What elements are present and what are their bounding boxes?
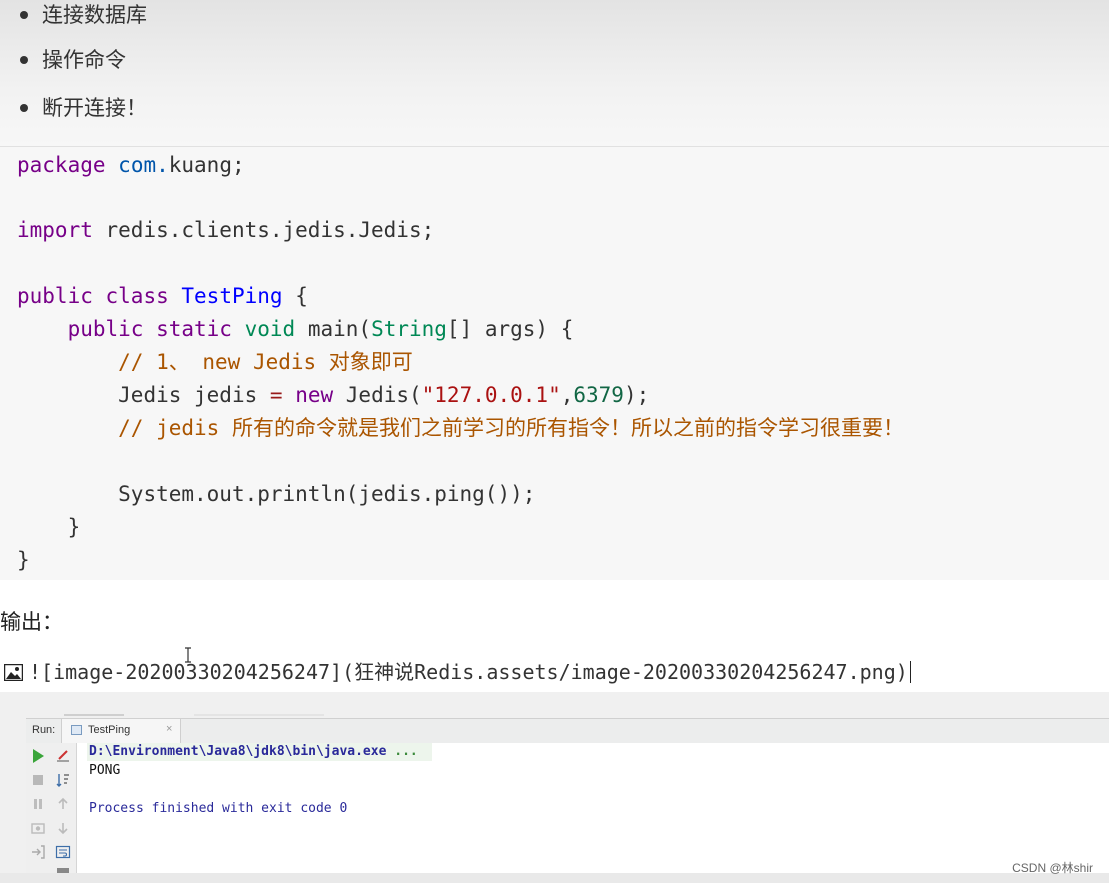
code-token: ,	[560, 383, 574, 407]
login-icon[interactable]	[30, 844, 46, 860]
bullet-dot	[20, 11, 28, 19]
camera-icon[interactable]	[30, 820, 46, 836]
image-markdown-text: ![image-20200330204256247](狂神说Redis.asse…	[29, 660, 908, 684]
code-token: );	[623, 383, 650, 407]
ide-tab-strip	[60, 710, 328, 718]
console-command: D:\Environment\Java8\jdk8\bin\java.exe .…	[89, 743, 418, 761]
bullet-dot	[20, 104, 28, 112]
code-line: package com.kuang;	[17, 149, 245, 182]
stop-icon[interactable]	[30, 772, 46, 788]
code-token: }	[67, 515, 81, 539]
console-finished: Process finished with exit code 0	[89, 801, 348, 816]
sort-icon[interactable]	[55, 772, 71, 788]
code-line: public class TestPing {	[17, 280, 308, 313]
run-header: Run: TestPing ×	[26, 718, 1109, 744]
bullet-list: 连接数据库 操作命令 断开连接！	[0, 0, 1109, 147]
run-tab-testping[interactable]: TestPing ×	[61, 719, 181, 743]
code-line: Jedis jedis = new Jedis("127.0.0.1",6379…	[17, 379, 649, 412]
code-token: class	[105, 284, 169, 308]
rerun-failed-icon[interactable]	[55, 748, 71, 764]
run-console[interactable]: D:\Environment\Java8\jdk8\bin\java.exe .…	[77, 743, 1109, 873]
tab-strip-bar	[64, 714, 124, 716]
code-line: // 1、 new Jedis 对象即可	[17, 346, 413, 379]
run-tab-label: TestPing	[88, 724, 131, 736]
code-token: com.	[118, 153, 169, 177]
console-output: PONG	[89, 763, 121, 778]
code-token: {	[295, 284, 308, 308]
run-config-icon	[71, 725, 82, 735]
code-line: System.out.println(jedis.ping());	[17, 478, 535, 511]
run-label: Run:	[32, 724, 56, 736]
code-token: TestPing	[181, 284, 283, 308]
code-token: String	[371, 317, 447, 341]
code-token: System.out.println(jedis.ping());	[118, 482, 536, 506]
code-token: Jedis(	[345, 383, 422, 407]
console-command-ellipsis[interactable]: ...	[394, 744, 417, 759]
code-line: public static void main(String[] args) {	[17, 313, 574, 346]
arrow-up-icon[interactable]	[55, 796, 71, 812]
code-token: void	[244, 317, 296, 341]
bullet-text: 断开连接！	[42, 96, 147, 120]
close-icon[interactable]: ×	[166, 723, 172, 735]
code-line: }	[17, 544, 30, 577]
console-command-path: D:\Environment\Java8\jdk8\bin\java.exe	[89, 744, 387, 759]
code-line: // jedis 所有的命令就是我们之前学习的所有指令！所以之前的指令学习很重要…	[17, 412, 904, 445]
code-token: Jedis jedis	[118, 383, 270, 407]
code-token: public	[17, 284, 93, 308]
code-token: kuang;	[168, 153, 245, 177]
code-comment: // jedis 所有的命令就是我们之前学习的所有指令！所以之前的指令学习很重要…	[118, 416, 904, 440]
code-token: redis.clients.jedis.Jedis;	[105, 218, 435, 242]
code-line: import redis.clients.jedis.Jedis;	[17, 214, 434, 247]
bullet-dot	[20, 56, 28, 64]
ide-bottom-border	[0, 873, 1109, 883]
ide-run-panel: Run: TestPing × D:\Environment\Java8\jdk…	[0, 692, 1109, 883]
watermark: CSDN @林shir	[1012, 861, 1093, 875]
code-token: import	[17, 218, 93, 242]
output-label: 输出：	[0, 610, 63, 634]
image-markdown-line[interactable]: ![image-20200330204256247](狂神说Redis.asse…	[4, 656, 911, 688]
run-toolbar	[26, 743, 77, 874]
tab-strip-bar	[194, 714, 324, 716]
code-token: "127.0.0.1"	[421, 383, 561, 407]
pause-icon[interactable]	[30, 796, 46, 812]
arrow-down-icon[interactable]	[55, 820, 71, 836]
broken-image-icon	[4, 664, 23, 681]
code-block[interactable]: package com.kuang; import redis.clients.…	[0, 147, 1109, 580]
run-icon[interactable]	[30, 748, 46, 764]
code-token: public	[67, 317, 144, 341]
code-token: static	[156, 317, 232, 341]
code-token: [] args) {	[446, 317, 574, 341]
code-token: 6379	[573, 383, 624, 407]
code-token: }	[17, 548, 30, 572]
soft-wrap-icon[interactable]	[55, 844, 71, 860]
code-token: package	[17, 153, 106, 177]
code-comment: // 1、 new Jedis 对象即可	[118, 350, 413, 374]
bullet-text: 连接数据库	[42, 3, 147, 27]
bullet-text: 操作命令	[42, 48, 126, 72]
code-token: new	[295, 383, 334, 407]
code-line: }	[17, 511, 81, 544]
code-token: main(	[307, 317, 372, 341]
code-token: =	[269, 383, 283, 407]
text-caret	[909, 661, 911, 683]
